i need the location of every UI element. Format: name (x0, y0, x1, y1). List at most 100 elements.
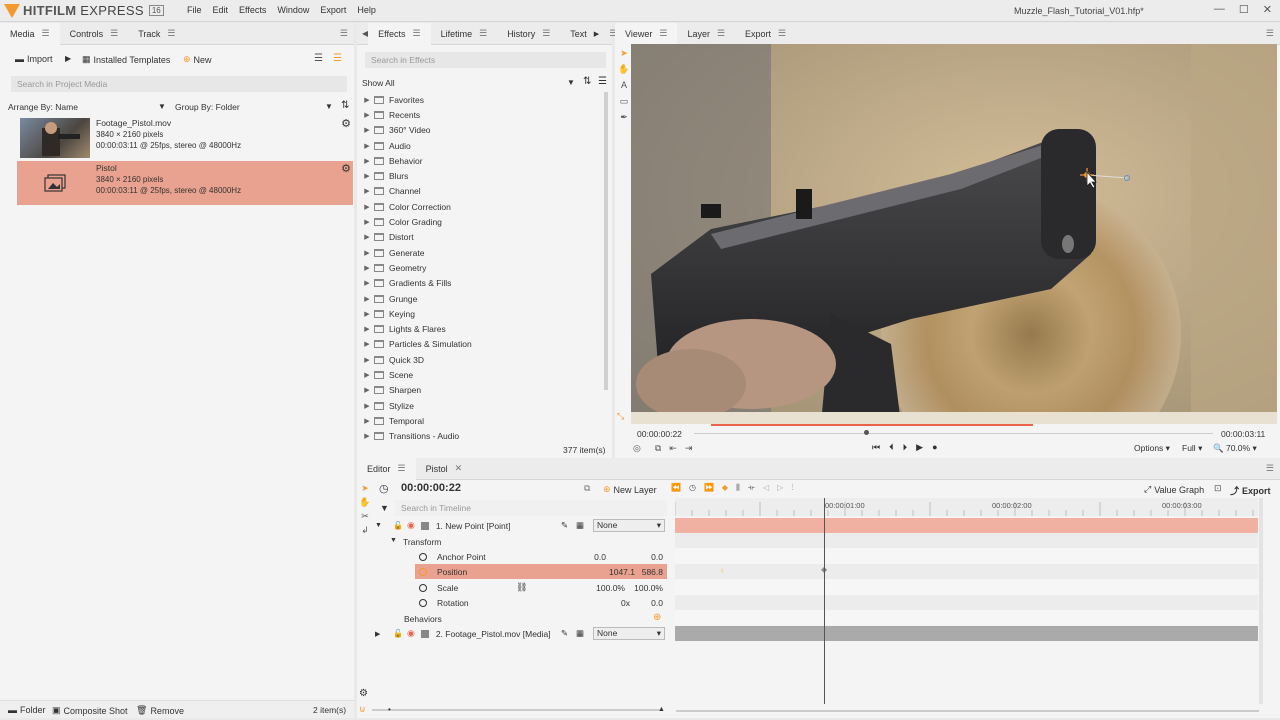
effect-category-item[interactable]: ▶ Transitions - Audio (360, 429, 600, 444)
scroll-up-icon[interactable]: ▲ (658, 706, 665, 713)
skip-forward-icon[interactable]: ⏩ (704, 483, 714, 493)
keyframe-icon[interactable]: ◆ (722, 483, 728, 493)
options-dropdown[interactable]: Options ▾ (1134, 443, 1170, 454)
installed-templates-button[interactable]: ▦ Installed Templates (82, 54, 170, 65)
expand-icon[interactable]: ▼ (375, 522, 387, 529)
gear-icon[interactable]: ⚙ (341, 117, 351, 130)
tab-history[interactable]: History ☰ (497, 23, 560, 45)
blend-mode-select[interactable]: None ▾ (593, 519, 665, 532)
tab-viewer[interactable]: Viewer ☰ (615, 22, 678, 45)
property-rotation[interactable]: Rotation 0x 0.0 (415, 595, 667, 610)
text-tool-icon[interactable]: A (618, 77, 630, 93)
loop-icon[interactable]: ⧉ (655, 443, 661, 454)
menu-export[interactable]: Export (320, 5, 346, 15)
select-tool-icon[interactable]: ➤ (359, 481, 371, 495)
effects-scrollbar[interactable] (604, 92, 608, 390)
pen-tool-icon[interactable]: ✒ (618, 109, 630, 125)
expand-icon[interactable]: ▶ (360, 126, 374, 134)
maximize-icon[interactable]: ☐ (1239, 3, 1249, 16)
quality-dropdown[interactable]: Full ▾ (1182, 443, 1202, 454)
next-marker-icon[interactable]: ▷ (777, 483, 783, 493)
chevron-down-icon[interactable]: ▼ (567, 78, 575, 87)
step-forward-icon[interactable]: ⏵ (903, 442, 908, 453)
list-view-icon[interactable]: ☰ (314, 53, 323, 64)
expand-icon[interactable]: ▶ (360, 203, 374, 211)
chevron-down-icon[interactable]: ▼ (325, 102, 333, 111)
folder-button[interactable]: ▬ Folder (8, 705, 46, 715)
expand-icon[interactable]: ▶ (360, 417, 374, 425)
editor-timecode[interactable]: 00:00:00:22 (401, 482, 461, 494)
lock-icon[interactable]: 🔓 (393, 521, 403, 530)
import-button[interactable]: ▬ Import (15, 54, 53, 64)
layer-row-footage[interactable]: ▶ 🔓 ◉ 2. Footage_Pistol.mov [Media] ✎ ▦ … (375, 626, 667, 641)
tab-controls[interactable]: Controls ☰ (60, 23, 129, 45)
arrange-by-select[interactable]: Arrange By: Name (8, 102, 78, 112)
camera-icon[interactable]: ◎ (633, 443, 641, 454)
gear-icon[interactable]: ⚙ (359, 688, 368, 699)
step-back-icon[interactable]: ⏴ (889, 442, 894, 453)
scroll-left-icon[interactable]: ◀ (357, 29, 368, 38)
transform-group[interactable]: ▼ Transform (390, 537, 441, 547)
effect-category-item[interactable]: ▶ Temporal (360, 413, 600, 428)
effect-category-item[interactable]: ▶ Generate (360, 245, 600, 260)
keyframe-marker-icon[interactable]: ı (721, 566, 723, 575)
expand-icon[interactable]: ▶ (360, 142, 374, 150)
tab-layer[interactable]: Layer ☰ (677, 23, 735, 45)
work-area-bar[interactable] (711, 424, 1033, 426)
property-anchor-point[interactable]: Anchor Point 0.0 0.0 (415, 549, 667, 564)
timer-icon[interactable]: ◷ (689, 483, 696, 493)
panel-menu-icon[interactable]: ☰ (1266, 28, 1274, 39)
effect-category-item[interactable]: ▶ Sharpen (360, 383, 600, 398)
matte-icon[interactable]: ▦ (576, 628, 584, 639)
tab-pistol[interactable]: Pistol ✕ (416, 458, 473, 480)
expand-icon[interactable]: ▶ (360, 325, 374, 333)
expand-icon[interactable]: ▶ (360, 371, 374, 379)
lock-icon[interactable]: 🔓 (393, 629, 403, 638)
expand-icon[interactable]: ▶ (360, 172, 374, 180)
media-search-input[interactable]: Search in Project Media (11, 76, 347, 92)
timeline-h-scrollbar[interactable] (676, 710, 1259, 712)
effect-category-item[interactable]: ▶ Keying (360, 306, 600, 321)
razor-tool-icon[interactable]: ✂ (359, 509, 371, 523)
effect-category-item[interactable]: ▶ Geometry (360, 260, 600, 275)
gear-icon[interactable]: ⚙ (341, 162, 351, 175)
expand-icon[interactable]: ▶ (360, 279, 374, 287)
effect-category-item[interactable]: ▶ Recents (360, 107, 600, 122)
effects-search-input[interactable]: Search in Effects (365, 52, 606, 68)
effect-category-item[interactable]: ▶ Favorites (360, 92, 600, 107)
tab-lifetime[interactable]: Lifetime ☰ (431, 23, 498, 45)
effect-category-item[interactable]: ▶ Audio (360, 138, 600, 153)
zoom-slider-handle[interactable]: • (388, 705, 391, 714)
property-position[interactable]: Position 1047.1 586.8 (415, 564, 667, 579)
effect-category-item[interactable]: ▶ Grunge (360, 291, 600, 306)
value-graph-button[interactable]: ⤢ Value Graph (1144, 484, 1204, 495)
detail-view-icon[interactable]: ☰ (333, 53, 342, 64)
expand-icon[interactable]: ▶ (360, 249, 374, 257)
effect-category-item[interactable]: ▶ Behavior (360, 153, 600, 168)
export-button[interactable]: ⤴ Export (1230, 484, 1271, 497)
layer-track-footage[interactable] (675, 626, 1258, 641)
sort-icon[interactable]: ⇅ (583, 76, 591, 87)
timeline-scrollbar[interactable] (1259, 498, 1263, 704)
pen-icon[interactable]: ✎ (561, 628, 568, 639)
marker-icon[interactable]: ⫶ (791, 483, 793, 493)
effect-category-item[interactable]: ▶ Color Grading (360, 214, 600, 229)
effect-category-item[interactable]: ▶ Channel (360, 184, 600, 199)
panel-menu-icon[interactable]: ☰ (1266, 463, 1274, 474)
expand-icon[interactable]: ▶ (360, 111, 374, 119)
record-icon[interactable]: ● (932, 442, 937, 453)
composite-icon[interactable]: ⧉ (584, 483, 590, 494)
link-scale-icon[interactable]: ⛓ (516, 582, 527, 593)
split-icon[interactable]: ⫼ (736, 483, 740, 493)
menu-effects[interactable]: Effects (239, 5, 266, 15)
mask-tool-icon[interactable]: ▭ (618, 93, 630, 109)
effect-category-item[interactable]: ▶ Scene (360, 367, 600, 382)
tab-media[interactable]: Media ☰ (0, 22, 60, 45)
filter-icon[interactable]: ▼ (380, 503, 389, 513)
tab-text[interactable]: Text ▶ (560, 23, 609, 45)
composite-shot-button[interactable]: ▣ Composite Shot (52, 705, 128, 716)
expand-icon[interactable]: ▶ (360, 402, 374, 410)
effect-category-item[interactable]: ▶ Gradients & Fills (360, 276, 600, 291)
minimize-icon[interactable]: — (1214, 3, 1225, 16)
zoom-slider-track[interactable] (372, 709, 660, 711)
